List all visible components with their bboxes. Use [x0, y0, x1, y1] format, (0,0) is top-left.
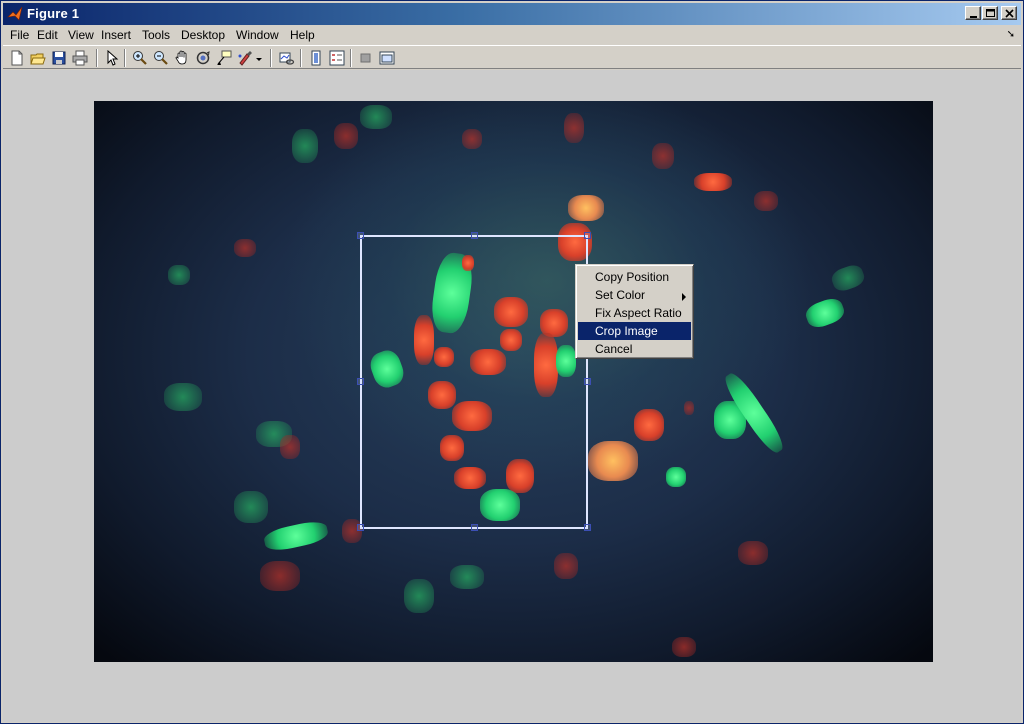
image-cell — [450, 565, 484, 589]
maximize-icon — [986, 9, 995, 17]
image-cell — [588, 441, 638, 481]
save-icon[interactable] — [50, 49, 68, 67]
menu-item-set-color[interactable]: Set Color — [578, 286, 691, 304]
brush-dropdown-icon[interactable] — [253, 49, 263, 67]
close-icon — [1005, 9, 1014, 18]
new-figure-icon[interactable] — [8, 49, 26, 67]
edit-plot-icon[interactable] — [103, 49, 121, 67]
image-cell — [652, 143, 674, 169]
crop-handle-bottom[interactable] — [471, 524, 478, 531]
zoom-in-icon[interactable] — [131, 49, 149, 67]
hide-plot-tools-icon[interactable] — [357, 49, 375, 67]
menu-help[interactable]: Help — [288, 28, 317, 42]
image-cell — [754, 191, 778, 211]
minimize-button[interactable] — [965, 6, 981, 20]
menu-item-label: Fix Aspect Ratio — [595, 306, 682, 320]
matlab-logo-icon — [7, 6, 23, 22]
image-cell — [694, 173, 732, 191]
menu-tools[interactable]: Tools — [140, 28, 172, 42]
crop-handle-bottom-right[interactable] — [584, 524, 591, 531]
image-cell — [554, 553, 578, 579]
image-cell — [564, 113, 584, 143]
toolbar-separator — [96, 49, 98, 67]
crop-context-menu: Copy Position Set Color Fix Aspect Ratio… — [575, 264, 694, 359]
image-cell — [462, 129, 482, 149]
menu-item-label: Crop Image — [595, 324, 658, 338]
data-cursor-icon[interactable] — [215, 49, 233, 67]
fluorescence-image[interactable] — [94, 101, 933, 662]
open-file-icon[interactable] — [29, 49, 47, 67]
brush-icon[interactable] — [236, 49, 254, 67]
menu-insert[interactable]: Insert — [99, 28, 133, 42]
image-cell — [234, 239, 256, 257]
image-cell — [360, 105, 392, 129]
image-cell — [168, 265, 190, 285]
image-cell — [334, 123, 358, 149]
menu-item-cancel[interactable]: Cancel — [578, 340, 691, 358]
image-cell — [568, 195, 604, 221]
image-cell — [404, 579, 434, 613]
figure-canvas[interactable] — [3, 70, 1021, 722]
menu-item-label: Copy Position — [595, 270, 670, 284]
toolbar-separator — [350, 49, 352, 67]
menu-item-crop-image[interactable]: Crop Image — [578, 322, 691, 340]
image-cell — [292, 129, 318, 163]
crop-handle-bottom-left[interactable] — [357, 524, 364, 531]
toolbar-separator — [300, 49, 302, 67]
crop-handle-top-right[interactable] — [584, 232, 591, 239]
zoom-out-icon[interactable] — [152, 49, 170, 67]
colorbar-icon[interactable] — [307, 49, 325, 67]
menu-edit[interactable]: Edit — [35, 28, 60, 42]
link-plot-icon[interactable] — [278, 49, 296, 67]
image-cell — [634, 409, 664, 441]
title-bar[interactable]: Figure 1 — [3, 3, 1021, 25]
image-cell — [280, 435, 300, 459]
image-cell — [342, 519, 362, 543]
image-cell — [666, 467, 686, 487]
image-cell — [829, 262, 867, 294]
menu-window[interactable]: Window — [234, 28, 281, 42]
minimize-icon — [970, 16, 977, 18]
image-cell — [262, 518, 330, 554]
menu-item-label: Cancel — [595, 342, 633, 356]
image-cell — [672, 637, 696, 657]
crop-handle-right[interactable] — [584, 378, 591, 385]
close-button[interactable] — [1001, 6, 1017, 20]
toolbar-separator — [124, 49, 126, 67]
show-plot-tools-icon[interactable] — [378, 49, 396, 67]
print-icon[interactable] — [71, 49, 89, 67]
figure-toolbar — [3, 45, 1021, 69]
menu-file[interactable]: File — [8, 28, 31, 42]
image-cell — [684, 401, 694, 415]
crop-handle-left[interactable] — [357, 378, 364, 385]
image-cell — [738, 541, 768, 565]
pan-icon[interactable] — [173, 49, 191, 67]
crop-rectangle[interactable] — [357, 232, 591, 531]
menu-item-label: Set Color — [595, 288, 646, 302]
menu-desktop[interactable]: Desktop — [179, 28, 227, 42]
dock-arrow-icon[interactable]: ➘ — [1007, 29, 1015, 40]
image-cell — [260, 561, 300, 591]
image-cell — [164, 383, 202, 411]
window-title: Figure 1 — [27, 6, 80, 21]
submenu-arrow-icon — [682, 290, 687, 304]
menu-view[interactable]: View — [66, 28, 96, 42]
rotate-3d-icon[interactable] — [194, 49, 212, 67]
maximize-button[interactable] — [982, 6, 998, 20]
menu-bar: File Edit View Insert Tools Desktop Wind… — [3, 26, 1021, 45]
figure-window: Figure 1 File Edit View Insert Tools Des… — [0, 0, 1024, 724]
image-cell — [234, 491, 268, 523]
crop-handle-top-left[interactable] — [357, 232, 364, 239]
legend-icon[interactable] — [328, 49, 346, 67]
menu-item-copy-position[interactable]: Copy Position — [578, 268, 691, 286]
image-cell — [803, 295, 847, 331]
toolbar-separator — [270, 49, 272, 67]
menu-item-fix-aspect-ratio[interactable]: Fix Aspect Ratio — [578, 304, 691, 322]
crop-handle-top[interactable] — [471, 232, 478, 239]
